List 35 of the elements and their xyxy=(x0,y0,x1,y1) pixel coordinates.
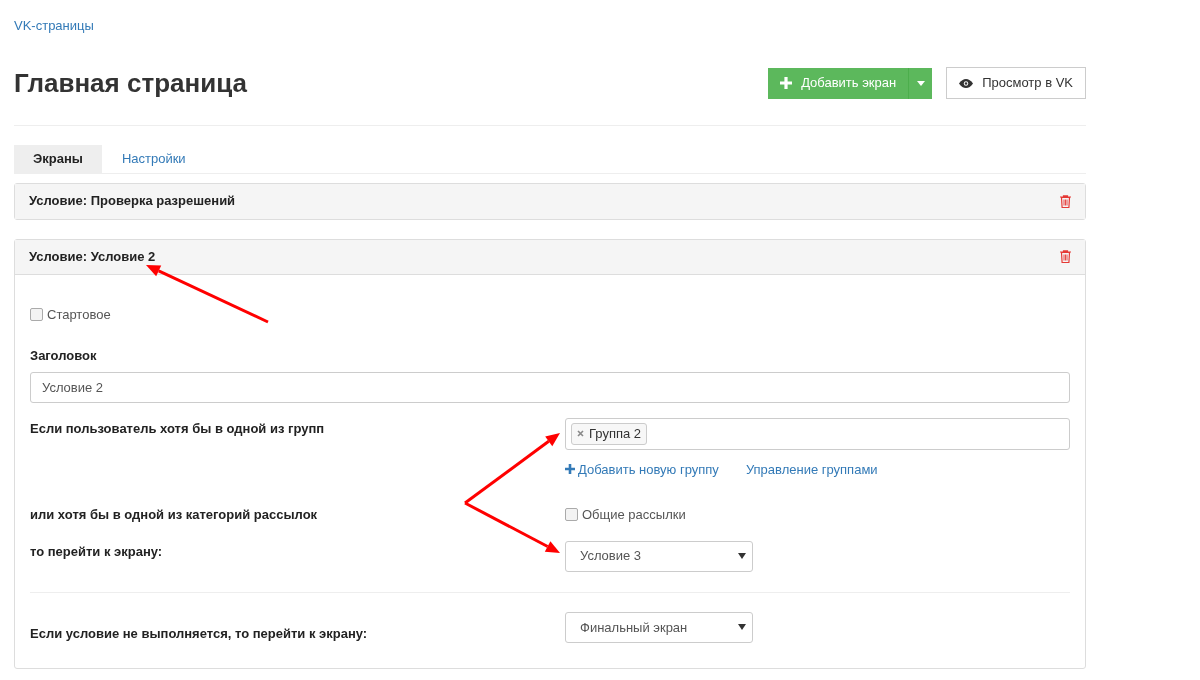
field-label: Если условие не выполняется, то перейти к экрану: xyxy=(30,624,369,643)
panel-title: Условие: Условие 2 xyxy=(29,247,156,266)
tab[interactable]: Настройки xyxy=(102,144,205,173)
add-group-link[interactable]: Добавить новую группу xyxy=(565,459,719,479)
plus-icon xyxy=(780,77,793,89)
trash-icon[interactable] xyxy=(1060,250,1071,263)
group-tag: Группа 2 xyxy=(571,422,648,445)
view-in-vk-button[interactable]: Просмотр в VK xyxy=(946,67,1086,99)
checkbox[interactable] xyxy=(565,508,578,522)
caret-icon xyxy=(916,80,925,86)
panel-header[interactable]: Условие: Условие 2 xyxy=(15,239,1085,275)
caret-icon xyxy=(738,624,746,631)
remove-icon[interactable] xyxy=(577,430,584,437)
screen-select[interactable]: Финальный экран xyxy=(565,611,753,643)
checkbox-label: Стартовое xyxy=(47,305,111,324)
trash-icon[interactable] xyxy=(1060,194,1071,208)
breadcrumb-link[interactable]: VK-страницы xyxy=(14,16,94,36)
field-label: или хотя бы в одной из категорий рассылок xyxy=(30,506,319,524)
manage-groups-link[interactable]: Управление группами xyxy=(745,459,878,479)
panel-title: Условие: Проверка разрешений xyxy=(29,192,236,211)
checkbox-label: Общие рассылки xyxy=(582,506,686,524)
group-select-field[interactable]: Группа 2 xyxy=(565,417,1070,450)
page-title: Главная страница xyxy=(14,66,247,100)
eye-icon xyxy=(959,78,974,88)
field-label: то перейти к экрану: xyxy=(30,542,164,561)
caret-icon xyxy=(738,553,746,559)
plus-icon xyxy=(565,464,575,475)
field-label: Заголовок xyxy=(30,347,98,365)
panel-header[interactable]: Условие: Проверка разрешений xyxy=(15,183,1085,219)
tab[interactable]: Экраны xyxy=(14,144,102,173)
checkbox[interactable] xyxy=(30,307,43,321)
field-label: Если пользователь хотя бы в одной из групп xyxy=(30,419,325,438)
dropdown-toggle[interactable] xyxy=(908,67,933,99)
title-input[interactable]: Условие 2 xyxy=(30,371,1070,403)
screen-select[interactable]: Условие 3 xyxy=(565,540,753,572)
